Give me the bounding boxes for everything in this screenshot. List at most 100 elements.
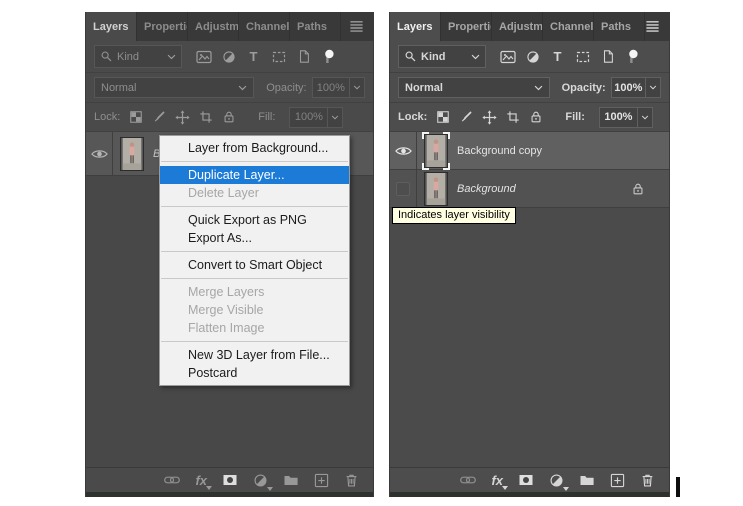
add-layer-mask-icon[interactable] — [518, 472, 534, 488]
blend-mode-value: Normal — [405, 81, 443, 94]
blend-mode-value: Normal — [101, 81, 137, 94]
filter-kind-dropdown[interactable]: Kind — [94, 45, 182, 68]
tab-adjustments[interactable]: Adjustme — [492, 12, 543, 41]
filter-pixel-layers-icon[interactable] — [495, 49, 520, 65]
tab-paths[interactable]: Paths — [594, 12, 645, 41]
link-layers-icon[interactable] — [164, 472, 180, 488]
layer-name[interactable]: Background copy — [457, 145, 542, 157]
chevron-down-icon — [534, 85, 543, 91]
menu-item-merge-visible: Merge Visible — [188, 303, 264, 317]
lock-pixels-icon[interactable] — [152, 110, 166, 124]
chevron-down-icon[interactable] — [349, 78, 364, 97]
add-layer-mask-icon[interactable] — [222, 472, 238, 488]
link-layers-icon[interactable] — [460, 472, 476, 488]
tab-label: Paths — [297, 20, 327, 33]
filter-toggle-switch-icon[interactable] — [316, 49, 341, 65]
menu-separator — [161, 341, 348, 342]
opacity-input[interactable]: 100% — [610, 77, 661, 98]
tab-channels[interactable]: Channels — [239, 12, 290, 41]
new-group-icon[interactable] — [283, 472, 299, 488]
filter-adjustment-layers-icon[interactable] — [216, 50, 241, 64]
tab-properties[interactable]: Propertie — [137, 12, 188, 41]
filter-toggle-switch-icon[interactable] — [620, 49, 645, 65]
menu-item-new-3d-layer[interactable]: New 3D Layer from File... — [160, 346, 349, 364]
lock-row: Lock: Fill: 100% — [390, 103, 669, 132]
menu-item-layer-from-background[interactable]: Layer from Background... — [160, 139, 349, 157]
fill-value: 100% — [294, 111, 323, 123]
filter-kind-dropdown[interactable]: Kind — [398, 45, 486, 68]
new-layer-icon[interactable] — [314, 473, 329, 488]
layer-thumbnail[interactable] — [424, 171, 448, 206]
menu-item-convert-to-smart-object[interactable]: Convert to Smart Object — [160, 256, 349, 274]
tab-paths[interactable]: Paths — [290, 12, 341, 41]
menu-item-duplicate-layer[interactable]: Duplicate Layer... — [160, 166, 349, 184]
menu-item-postcard[interactable]: Postcard — [160, 364, 349, 382]
lock-transparency-icon[interactable] — [436, 110, 450, 124]
layer-context-menu: Layer from Background... Duplicate Layer… — [159, 135, 350, 386]
layer-thumbnail[interactable] — [120, 136, 144, 171]
fill-input[interactable]: 100% — [289, 106, 344, 128]
menu-separator — [161, 206, 348, 207]
filter-type-layers-icon[interactable]: T — [241, 50, 266, 63]
layer-styles-icon[interactable]: fx — [491, 474, 508, 490]
delete-layer-icon[interactable] — [344, 473, 359, 488]
chevron-down-icon[interactable] — [636, 107, 652, 127]
tab-properties[interactable]: Propertie — [441, 12, 492, 41]
filter-adjustment-layers-icon[interactable] — [520, 50, 545, 64]
layer-styles-icon[interactable]: fx — [195, 474, 212, 490]
layer-row-background-copy[interactable]: Background copy — [390, 132, 669, 170]
lock-artboard-icon[interactable] — [199, 110, 213, 124]
menu-item-quick-export-png[interactable]: Quick Export as PNG — [160, 211, 349, 229]
chevron-down-icon — [238, 85, 247, 91]
visibility-toggle[interactable] — [390, 170, 417, 207]
visibility-toggle[interactable] — [390, 132, 417, 169]
tab-channels[interactable]: Channels — [543, 12, 594, 41]
lock-pixels-icon[interactable] — [459, 110, 473, 124]
new-group-icon[interactable] — [579, 472, 595, 488]
delete-layer-icon[interactable] — [640, 473, 655, 488]
filter-shape-layers-icon[interactable] — [570, 49, 595, 65]
lock-position-icon[interactable] — [175, 110, 190, 125]
blend-mode-select[interactable]: Normal — [94, 77, 255, 98]
filter-kind-label: Kind — [421, 50, 446, 63]
fill-input[interactable]: 100% — [598, 106, 653, 128]
new-adjustment-layer-icon[interactable] — [549, 473, 569, 491]
filter-smart-objects-icon[interactable] — [595, 49, 620, 64]
filter-smart-objects-icon[interactable] — [291, 49, 316, 64]
lock-all-icon[interactable] — [529, 110, 543, 124]
lock-artboard-icon[interactable] — [506, 110, 520, 124]
menu-item-export-as[interactable]: Export As... — [160, 229, 349, 247]
visibility-toggle[interactable] — [86, 132, 113, 175]
filter-kind-label: Kind — [117, 50, 140, 63]
panel-menu-icon[interactable] — [349, 19, 364, 34]
eye-icon — [91, 148, 108, 160]
panel-menu-icon[interactable] — [645, 19, 660, 34]
tab-layers[interactable]: Layers — [86, 12, 137, 41]
layer-lock-icon — [631, 182, 645, 196]
layer-row-background[interactable]: Background — [390, 170, 669, 208]
new-adjustment-layer-icon[interactable] — [253, 473, 273, 491]
layers-panel-right: Layers Propertie Adjustme Channels Paths… — [389, 12, 670, 497]
lock-label: Lock: — [94, 111, 121, 123]
chevron-down-icon[interactable] — [645, 78, 660, 97]
blend-mode-select[interactable]: Normal — [398, 77, 550, 98]
filter-type-layers-icon[interactable]: T — [545, 50, 570, 63]
filter-row: Kind T — [86, 41, 373, 73]
new-layer-icon[interactable] — [610, 473, 625, 488]
layers-list: Background copy Background — [390, 132, 669, 467]
eye-hidden-well — [396, 181, 410, 196]
chevron-down-icon[interactable] — [327, 107, 342, 127]
lock-transparency-icon[interactable] — [129, 110, 143, 124]
opacity-input[interactable]: 100% — [311, 77, 365, 98]
lock-all-icon[interactable] — [222, 110, 236, 124]
tab-label: Layers — [93, 20, 129, 33]
opacity-label: Opacity: — [561, 81, 606, 94]
filter-pixel-layers-icon[interactable] — [191, 49, 216, 65]
layer-name[interactable]: Background — [457, 183, 516, 195]
tab-layers[interactable]: Layers — [390, 12, 441, 41]
tab-adjustments[interactable]: Adjustme — [188, 12, 239, 41]
panel-bottom-edge — [86, 492, 373, 497]
filter-shape-layers-icon[interactable] — [266, 49, 291, 65]
lock-position-icon[interactable] — [482, 110, 497, 125]
layer-thumbnail[interactable] — [422, 132, 450, 170]
